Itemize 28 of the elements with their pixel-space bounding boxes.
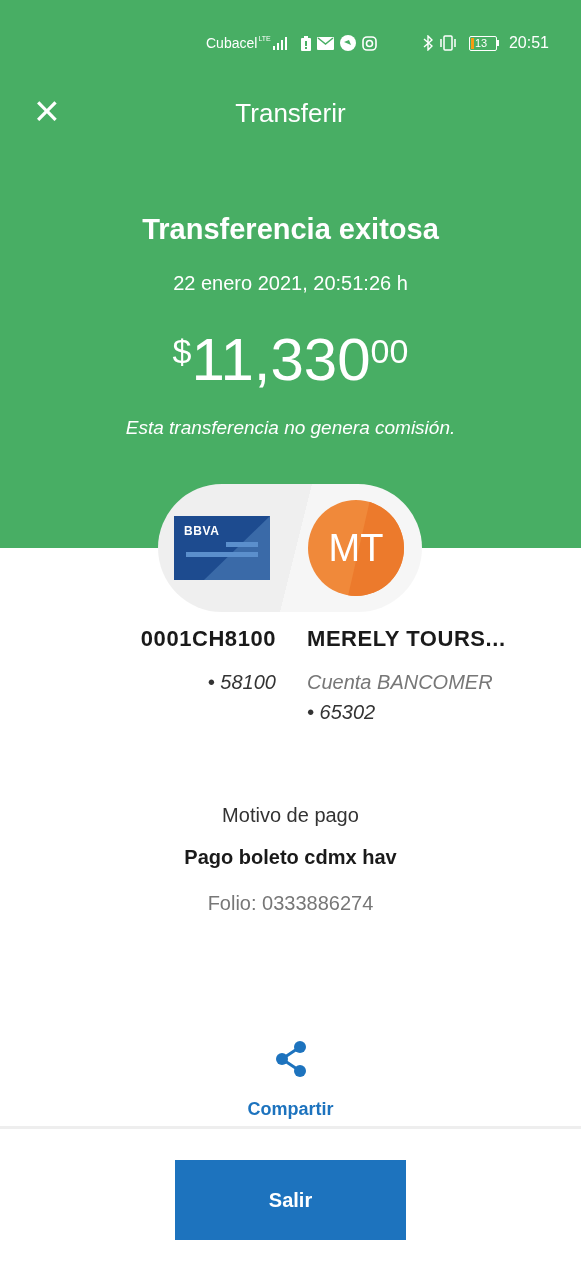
exit-button[interactable]: Salir bbox=[175, 1160, 406, 1240]
signal-icon bbox=[272, 36, 287, 50]
payment-reason: Pago boleto cdmx hav bbox=[184, 845, 397, 870]
battery-icon: 13 bbox=[468, 35, 499, 51]
battery-alert-icon bbox=[300, 35, 311, 51]
origin-account-number: • 58100 bbox=[207, 670, 276, 695]
success-title: Transferencia exitosa bbox=[142, 212, 439, 247]
destination-name: MERELY TOURS... bbox=[307, 625, 506, 653]
app-icon bbox=[339, 35, 356, 51]
close-button[interactable]: × bbox=[34, 89, 60, 133]
mail-icon bbox=[316, 36, 334, 50]
carrier-name: Cubacel bbox=[206, 33, 258, 53]
share-link[interactable]: Compartir bbox=[247, 1096, 334, 1123]
destination-bank: Cuenta BANCOMER bbox=[307, 670, 493, 695]
initials-avatar: MT bbox=[308, 500, 404, 596]
bluetooth-icon bbox=[422, 35, 433, 51]
transfer-date: 22 enero 2021, 20:51:26 h bbox=[173, 270, 408, 296]
payment-reason-label: Motivo de pago bbox=[222, 803, 359, 828]
instagram-icon bbox=[361, 35, 377, 51]
share-icon[interactable] bbox=[273, 1040, 308, 1078]
origin-account-name: 0001CH8100 bbox=[140, 625, 276, 653]
vibrate-icon bbox=[438, 35, 457, 51]
clock-time: 20:51 bbox=[508, 33, 549, 53]
destination-account-number: • 65302 bbox=[307, 700, 376, 725]
bbva-card: BBVA bbox=[174, 516, 270, 580]
commission-note: Esta transferencia no genera comisión. bbox=[125, 415, 456, 440]
page-title: Transferir bbox=[235, 97, 346, 128]
folio-number: Folio: 0333886274 bbox=[207, 891, 374, 916]
